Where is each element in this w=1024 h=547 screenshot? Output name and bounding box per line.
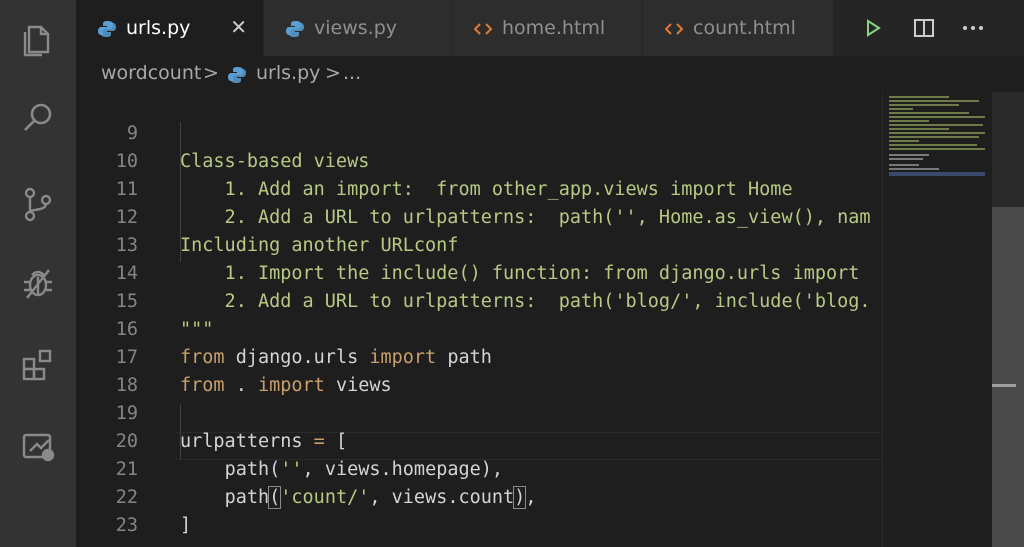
breadcrumb: wordcount > urls.py > ... (76, 56, 1024, 92)
tab-label: home.html (502, 17, 606, 39)
source-control-icon[interactable] (0, 176, 76, 232)
code-line: 16 from django.urls import path (76, 288, 882, 368)
breadcrumb-file[interactable]: urls.py (256, 62, 320, 84)
code-line: 12 Including another URLconf (76, 176, 882, 256)
chevron-right-icon: > (203, 62, 219, 84)
code-line: 14 2. Add a URL to urlpatterns: path('bl… (76, 232, 882, 312)
breadcrumb-folder[interactable]: wordcount (101, 62, 201, 84)
debug-icon[interactable] (0, 255, 76, 311)
python-icon (286, 21, 304, 37)
code-line: 9 Class-based views (76, 92, 882, 172)
explorer-icon[interactable] (0, 10, 76, 66)
tab-views-py[interactable]: views.py (264, 0, 452, 56)
code-line: 11 2. Add a URL to urlpatterns: path('',… (76, 148, 882, 228)
code-line: 15 """ (76, 260, 882, 340)
code-line: 20 path('', views.homepage), (76, 400, 882, 480)
split-editor-icon[interactable] (907, 0, 941, 56)
more-actions-icon[interactable] (956, 0, 990, 56)
remote-explorer-icon[interactable] (0, 417, 76, 473)
tab-count-html[interactable]: count.html (643, 0, 834, 56)
tab-home-html[interactable]: home.html (452, 0, 643, 56)
python-icon (98, 21, 116, 37)
extensions-icon[interactable] (0, 337, 76, 393)
search-icon[interactable] (0, 90, 76, 146)
line-number: 23 (115, 515, 138, 536)
tab-bar: urls.py ✕ views.py home.html count.html (76, 0, 1024, 56)
code-line: 17 from . import views (76, 316, 882, 396)
scrollbar-cursor-marker (992, 384, 1016, 387)
code-line: 22 ] (76, 456, 882, 536)
code-line: 21 path('count/', views.count), (76, 428, 882, 509)
tab-label: views.py (314, 17, 397, 39)
code-line: 10 1. Add an import: from other_app.view… (76, 120, 882, 200)
tab-label: urls.py (126, 17, 191, 39)
code-text: ] (180, 515, 192, 536)
activity-bar (0, 0, 76, 547)
scrollbar-thumb[interactable] (992, 207, 1024, 547)
chevron-right-icon: > (325, 62, 341, 84)
tab-label: count.html (693, 17, 796, 39)
tab-urls-py[interactable]: urls.py ✕ (76, 0, 264, 56)
code-line: 19 urlpatterns = [ (76, 372, 882, 452)
close-icon[interactable]: ✕ (230, 15, 247, 39)
python-icon (228, 67, 246, 83)
html-icon (665, 23, 683, 35)
breadcrumb-more[interactable]: ... (343, 62, 361, 84)
minimap[interactable] (882, 92, 993, 547)
html-icon (474, 23, 492, 35)
code-line: 13 1. Import the include() function: fro… (76, 204, 882, 284)
run-icon[interactable] (856, 0, 890, 56)
code-line: 18 (76, 344, 882, 396)
code-editor[interactable]: 9 Class-based views 10 1. Add an import:… (76, 92, 882, 547)
code-line: 23 (76, 484, 882, 536)
